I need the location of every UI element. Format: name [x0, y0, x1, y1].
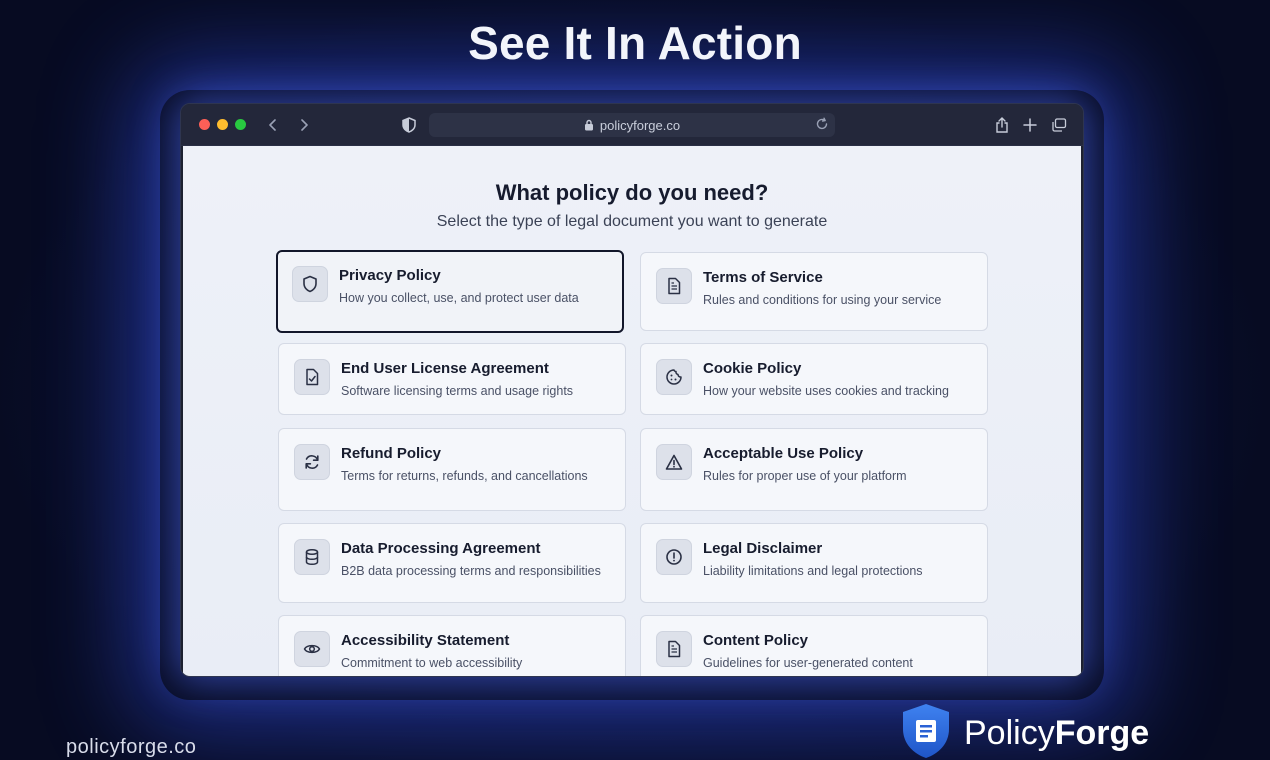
card-description: Terms for returns, refunds, and cancella… [341, 469, 588, 483]
card-description: Liability limitations and legal protecti… [703, 564, 923, 578]
browser-titlebar: policyforge.co [181, 104, 1083, 146]
card-title: End User License Agreement [341, 360, 549, 377]
brand-name: PolicyForge [964, 714, 1149, 753]
brand-name-part2: Forge [1054, 714, 1150, 752]
forward-icon[interactable] [294, 115, 314, 135]
policy-card-acceptable-use[interactable]: Acceptable Use Policy Rules for proper u… [640, 428, 988, 511]
file-check-icon [294, 359, 330, 395]
refresh-icon [294, 444, 330, 480]
warning-icon [656, 444, 692, 480]
card-title: Cookie Policy [703, 360, 802, 377]
brand-logo: PolicyForge [900, 702, 1149, 760]
policy-card-accessibility[interactable]: Accessibility Statement Commitment to we… [278, 615, 626, 676]
card-title: Accessibility Statement [341, 632, 510, 649]
footer-url: policyforge.co [66, 736, 197, 758]
policy-card-cookie[interactable]: Cookie Policy How your website uses cook… [640, 343, 988, 415]
privacy-shield-icon[interactable] [399, 115, 419, 135]
policy-card-dpa[interactable]: Data Processing Agreement B2B data proce… [278, 523, 626, 603]
card-description: Commitment to web accessibility [341, 656, 523, 670]
card-description: How you collect, use, and protect user d… [339, 291, 579, 305]
page-subtitle: Select the type of legal document you wa… [436, 213, 828, 230]
page-content: What policy do you need? Select the type… [183, 146, 1081, 676]
address-bar[interactable]: policyforge.co [429, 113, 835, 137]
reload-icon[interactable] [815, 117, 829, 131]
card-description: Software licensing terms and usage right… [341, 384, 574, 398]
card-description: Rules for proper use of your platform [703, 469, 907, 483]
cookie-icon [656, 359, 692, 395]
lock-icon [584, 119, 594, 131]
tabs-overview-icon[interactable] [1049, 115, 1069, 135]
policy-card-disclaimer[interactable]: Legal Disclaimer Liability limitations a… [640, 523, 988, 603]
shield-icon [292, 266, 328, 302]
browser-window: policyforge.co What policy do you need? … [180, 103, 1084, 677]
card-title: Acceptable Use Policy [703, 445, 864, 462]
card-title: Legal Disclaimer [703, 540, 823, 557]
alert-circle-icon [656, 539, 692, 575]
card-title: Privacy Policy [339, 267, 441, 284]
card-description: Rules and conditions for using your serv… [703, 293, 942, 307]
card-description: How your website uses cookies and tracki… [703, 384, 949, 398]
policy-card-eula[interactable]: End User License Agreement Software lice… [278, 343, 626, 415]
address-url: policyforge.co [599, 117, 681, 133]
card-title: Terms of Service [703, 269, 823, 286]
brand-name-part1: Policy [964, 714, 1055, 752]
maximize-window-button[interactable] [235, 119, 246, 130]
policy-card-content[interactable]: Content Policy Guidelines for user-gener… [640, 615, 988, 676]
close-window-button[interactable] [199, 119, 210, 130]
page-title: What policy do you need? [495, 180, 769, 205]
card-title: Data Processing Agreement [341, 540, 541, 557]
new-tab-icon[interactable] [1020, 115, 1040, 135]
document-icon [656, 631, 692, 667]
card-title: Content Policy [703, 632, 809, 649]
headline: See It In Action [468, 17, 802, 69]
card-description: B2B data processing terms and responsibi… [341, 564, 601, 578]
policy-card-privacy[interactable]: Privacy Policy How you collect, use, and… [276, 250, 624, 333]
minimize-window-button[interactable] [217, 119, 228, 130]
document-icon [656, 268, 692, 304]
database-icon [294, 539, 330, 575]
back-icon[interactable] [263, 115, 283, 135]
card-title: Refund Policy [341, 445, 442, 462]
card-description: Guidelines for user-generated content [703, 656, 913, 670]
share-icon[interactable] [992, 115, 1012, 135]
eye-icon [294, 631, 330, 667]
shield-logo-icon [900, 702, 952, 760]
policy-card-terms[interactable]: Terms of Service Rules and conditions fo… [640, 252, 988, 331]
policy-card-refund[interactable]: Refund Policy Terms for returns, refunds… [278, 428, 626, 511]
